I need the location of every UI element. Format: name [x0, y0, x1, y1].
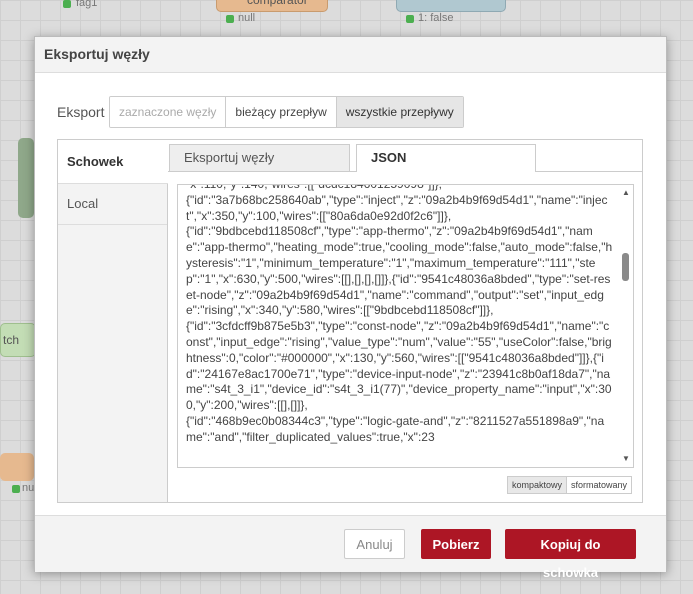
bg-node-status: null — [238, 12, 256, 24]
bg-node-status: fag1 — [76, 0, 98, 9]
sidebar-item-local[interactable]: Local — [58, 184, 167, 225]
json-textarea[interactable]: "x":110,"y":140,"wires":[["dcdc184601259… — [177, 184, 634, 468]
status-dot-icon — [63, 0, 71, 8]
bg-node[interactable] — [396, 0, 506, 12]
bg-node[interactable]: tch — [0, 323, 36, 357]
sidebar-item-clipboard[interactable]: Schowek — [58, 140, 168, 184]
scope-all-flows-button[interactable]: wszystkie przepływy — [336, 97, 463, 127]
status-dot-icon — [226, 15, 234, 23]
dialog-footer: Anuluj Pobierz Kopiuj do schowka — [35, 515, 666, 580]
cancel-button[interactable]: Anuluj — [344, 529, 405, 559]
bg-node-label: tch — [3, 333, 20, 347]
bg-node[interactable] — [0, 453, 34, 481]
bg-node-status: 1: false — [418, 12, 454, 24]
bg-node-status: nu — [22, 482, 35, 494]
dialog-title: Eksportuj węzły — [44, 46, 150, 62]
download-button[interactable]: Pobierz — [421, 529, 491, 559]
format-compact-button[interactable]: kompaktowy — [507, 477, 567, 493]
comparator-node[interactable]: comparator — [216, 0, 328, 12]
tab-json[interactable]: JSON — [356, 144, 536, 172]
export-scope-row: Eksport zaznaczone węzły bieżący przepły… — [57, 96, 464, 128]
scrollbar-thumb[interactable] — [622, 253, 629, 281]
json-format-toggle: kompaktowy sformatowany — [506, 476, 632, 494]
status-dot-icon — [406, 15, 414, 23]
json-scrollbar[interactable]: ▲ ▼ — [619, 185, 633, 467]
comparator-node-label: comparator — [247, 0, 308, 7]
scroll-up-icon[interactable]: ▲ — [621, 188, 631, 198]
export-dialog: Eksportuj węzły Eksport zaznaczone węzły… — [34, 36, 667, 580]
export-target-sidebar: Schowek Local — [58, 140, 168, 502]
copy-to-clipboard-button[interactable]: Kopiuj do schowka — [505, 529, 636, 580]
scroll-down-icon[interactable]: ▼ — [621, 454, 631, 464]
export-tabs: Eksportuj węzły JSON — [168, 140, 642, 172]
scope-selected-nodes-button[interactable]: zaznaczone węzły — [110, 97, 227, 127]
tab-export-nodes[interactable]: Eksportuj węzły — [169, 144, 350, 171]
export-scope-toggle: zaznaczone węzły bieżący przepływ wszyst… — [109, 96, 464, 128]
format-pretty-button[interactable]: sformatowany — [566, 477, 631, 493]
export-panel: Schowek Local Eksportuj węzły JSON "x":1… — [57, 139, 643, 503]
bg-node[interactable] — [18, 138, 34, 218]
status-dot-icon — [12, 485, 20, 493]
json-content: "x":110,"y":140,"wires":[["dcdc184601259… — [186, 184, 613, 444]
scope-current-flow-button[interactable]: bieżący przepływ — [226, 97, 337, 127]
dialog-header: Eksportuj węzły — [35, 37, 666, 73]
export-label: Eksport — [57, 104, 105, 120]
